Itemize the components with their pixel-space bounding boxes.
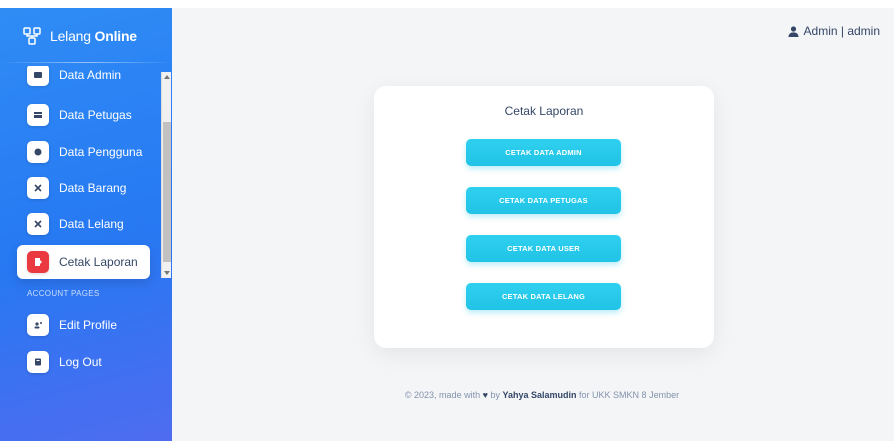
footer-suffix: for UKK SMKN 8 Jember <box>579 390 680 400</box>
table-icon <box>27 66 49 86</box>
network-icon <box>22 26 42 46</box>
user-label: Admin | admin <box>803 24 880 38</box>
sidebar-item-data-pengguna[interactable]: Data Pengguna <box>17 135 150 169</box>
sidebar-item-label: Data Admin <box>59 68 122 82</box>
sidebar-item-label: Data Lelang <box>59 217 124 231</box>
card-title: Cetak Laporan <box>504 104 584 118</box>
user-circle-icon <box>27 141 49 163</box>
edit-profile-icon <box>27 314 49 336</box>
footer-by: by <box>490 390 500 400</box>
tools-icon <box>27 213 49 235</box>
sidebar-item-cetak-laporan[interactable]: Cetak Laporan <box>17 245 150 279</box>
report-icon <box>27 251 49 273</box>
user-menu[interactable]: Admin | admin <box>788 24 880 38</box>
sidebar-item-label: Log Out <box>59 355 102 369</box>
sidebar-item-label: Edit Profile <box>59 318 118 332</box>
sidebar-item-label: Data Barang <box>59 181 127 195</box>
sidebar-item-label: Data Pengguna <box>59 145 143 159</box>
brand-logo[interactable]: Lelang Online <box>22 25 137 47</box>
sidebar-item-data-barang[interactable]: Data Barang <box>17 171 150 205</box>
print-admin-button[interactable]: CETAK DATA ADMIN <box>466 139 621 166</box>
sidebar-item-data-petugas[interactable]: Data Petugas <box>17 98 150 132</box>
footer-author-link[interactable]: Yahya Salamudin <box>503 390 577 400</box>
table-icon <box>27 104 49 126</box>
brand-divider <box>0 62 172 63</box>
scroll-up-arrow-icon[interactable] <box>162 72 172 82</box>
sidebar-item-log-out[interactable]: Log Out <box>17 345 150 379</box>
tools-icon <box>27 177 49 199</box>
person-icon <box>788 25 799 37</box>
sidebar-nav: Data Admin Data Petugas Data Pengguna Da… <box>0 66 172 438</box>
sidebar-item-edit-profile[interactable]: Edit Profile <box>17 308 150 342</box>
print-user-button[interactable]: CETAK DATA USER <box>466 235 621 262</box>
sidebar-item-label: Data Petugas <box>59 108 132 122</box>
footer: © 2023, made with ♥ by Yahya Salamudin f… <box>172 390 894 400</box>
sidebar-item-data-admin[interactable]: Data Admin <box>17 66 150 92</box>
report-card: Cetak Laporan CETAK DATA ADMIN CETAK DAT… <box>374 86 714 348</box>
brand-name: Lelang Online <box>50 28 137 44</box>
logout-icon <box>27 351 49 373</box>
print-petugas-button[interactable]: CETAK DATA PETUGAS <box>466 187 621 214</box>
window-top-strip <box>0 0 894 8</box>
scrollbar-thumb[interactable] <box>163 122 171 262</box>
brand-name-thin: Lelang <box>50 28 95 44</box>
sidebar: Lelang Online Data Admin Data Petugas Da… <box>0 8 172 441</box>
section-label-account-pages: ACCOUNT PAGES <box>27 289 100 298</box>
heart-icon: ♥ <box>482 390 488 400</box>
footer-prefix: © 2023, made with <box>404 390 481 400</box>
sidebar-item-label: Cetak Laporan <box>59 255 138 269</box>
brand-name-bold: Online <box>94 28 138 44</box>
sidebar-item-data-lelang[interactable]: Data Lelang <box>17 207 150 241</box>
sidebar-scrollbar[interactable] <box>161 72 171 278</box>
scroll-down-arrow-icon[interactable] <box>162 268 172 278</box>
print-lelang-button[interactable]: CETAK DATA LELANG <box>466 283 621 310</box>
